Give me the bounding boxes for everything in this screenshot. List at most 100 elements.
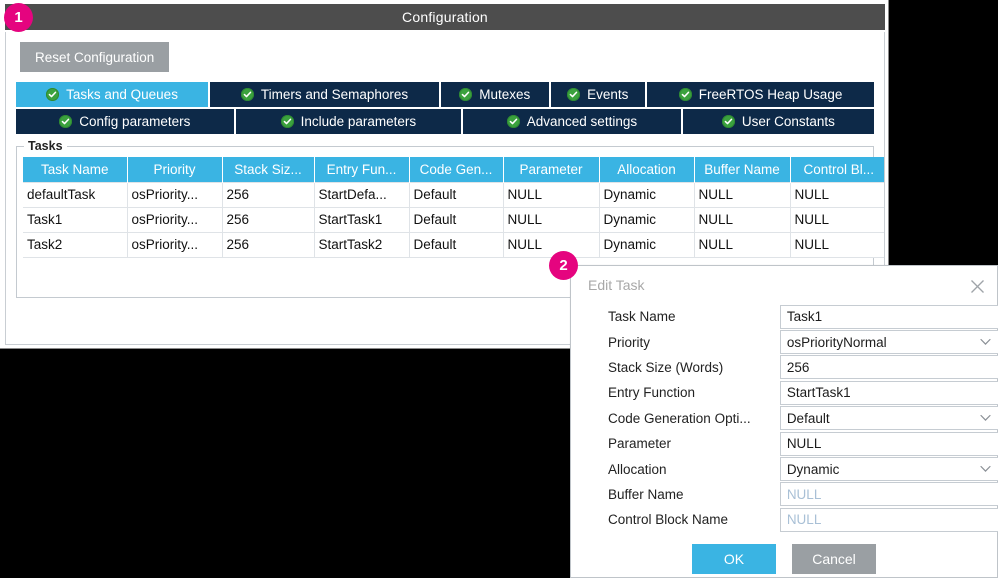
table-cell[interactable]: NULL — [694, 181, 791, 208]
table-cell[interactable]: osPriority... — [127, 232, 223, 258]
input-control-block-name[interactable]: NULL — [779, 507, 998, 532]
field-value: Task1 — [786, 309, 823, 325]
table-cell[interactable]: StartTask1 — [314, 207, 410, 233]
field-label-priority: Priority — [608, 334, 651, 350]
table-cell[interactable]: 256 — [222, 232, 315, 258]
tasks-table[interactable]: Task Name Priority Stack Siz... Entry Fun..… — [23, 157, 884, 258]
check-circle-icon — [567, 88, 581, 101]
check-circle-icon — [721, 115, 735, 128]
reset-configuration-button[interactable]: Reset Configuration — [20, 42, 170, 72]
tasks-table-body[interactable]: defaultTask osPriority... 256 StartDefa... D… — [23, 181, 884, 258]
edit-task-dialog: Edit Task Task Name Task1 Priority osPriori… — [570, 265, 998, 578]
form-row-code-generation-opti: Code Generation Opti... Default — [571, 406, 998, 431]
select-priority[interactable]: osPriorityNormal — [779, 330, 998, 355]
input-buffer-name[interactable]: NULL — [779, 482, 998, 507]
table-cell[interactable]: NULL — [503, 181, 600, 208]
dialog-title: Edit Task — [588, 277, 645, 293]
tasks-group-title: Tasks — [24, 139, 67, 153]
form-row-entry-function: Entry Function StartTask1 — [571, 380, 998, 405]
input-parameter[interactable]: NULL — [779, 431, 998, 456]
tab-row-secondary: Config parameters Include parameters Advan… — [16, 109, 874, 134]
table-cell[interactable]: NULL — [790, 207, 884, 233]
check-circle-icon — [240, 88, 254, 101]
tasks-column-header[interactable]: Code Gen... — [409, 157, 504, 182]
window-title: Configuration — [402, 9, 488, 25]
tab-label: Events — [587, 87, 629, 102]
tasks-column-header[interactable]: Priority — [127, 157, 223, 182]
check-circle-icon — [678, 88, 692, 101]
table-cell[interactable]: NULL — [503, 207, 600, 233]
field-value: NULL — [786, 512, 822, 528]
chevron-down-icon[interactable] — [980, 415, 991, 422]
form-row-parameter: Parameter NULL — [571, 431, 998, 456]
cancel-button[interactable]: Cancel — [792, 544, 876, 574]
table-cell[interactable]: NULL — [694, 232, 791, 258]
table-cell[interactable]: Dynamic — [599, 207, 695, 233]
table-cell[interactable]: Task2 — [23, 232, 128, 258]
table-cell[interactable]: Task1 — [23, 207, 128, 233]
table-row[interactable]: Task2 osPriority... 256 StartTask2 Default NU… — [23, 232, 884, 258]
ok-button[interactable]: OK — [692, 544, 776, 574]
field-label-buffer-name: Buffer Name — [608, 486, 684, 502]
tab-freertos-heap-usage[interactable]: FreeRTOS Heap Usage — [647, 82, 874, 107]
table-cell[interactable]: NULL — [694, 207, 791, 233]
table-cell[interactable]: NULL — [503, 232, 600, 258]
form-row-control-block-name: Control Block Name NULL — [571, 507, 998, 532]
table-row[interactable]: Task1 osPriority... 256 StartTask1 Default NU… — [23, 207, 884, 233]
tab-events[interactable]: Events — [550, 82, 646, 107]
tasks-column-header[interactable]: Parameter — [503, 157, 600, 182]
tab-config-parameters[interactable]: Config parameters — [16, 109, 234, 134]
field-value: Default — [786, 410, 830, 426]
tab-label: Timers and Semaphores — [260, 87, 409, 102]
field-value: NULL — [786, 486, 822, 502]
chevron-down-icon[interactable] — [980, 338, 991, 346]
tasks-table-header-row: Task Name Priority Stack Siz... Entry Fun..… — [23, 157, 884, 182]
field-label-parameter: Parameter — [608, 436, 672, 452]
callout-badge-2: 2 — [549, 251, 578, 280]
table-cell[interactable]: 256 — [222, 181, 315, 208]
table-cell[interactable]: Dynamic — [599, 232, 695, 258]
tab-user-constants[interactable]: User Constants — [682, 109, 874, 134]
table-cell[interactable]: Dynamic — [599, 181, 695, 208]
table-row[interactable]: defaultTask osPriority... 256 StartDefa... D… — [23, 181, 884, 208]
input-stack-size-words[interactable]: 256 — [779, 355, 998, 380]
tab-include-parameters[interactable]: Include parameters — [235, 109, 462, 134]
table-cell[interactable]: osPriority... — [127, 181, 223, 208]
table-cell[interactable]: defaultTask — [23, 181, 128, 208]
field-value: NULL — [786, 436, 822, 452]
tab-bar: Tasks and Queues Timers and Semaphores Mut… — [6, 82, 884, 134]
tab-timers-and-semaphores[interactable]: Timers and Semaphores — [210, 82, 439, 107]
check-circle-icon — [506, 115, 520, 128]
tasks-column-header[interactable]: Control Bl... — [790, 157, 884, 182]
select-code-generation-opti[interactable]: Default — [779, 406, 998, 431]
tab-mutexes[interactable]: Mutexes — [440, 82, 549, 107]
field-value: Dynamic — [786, 461, 840, 477]
input-entry-function[interactable]: StartTask1 — [779, 380, 998, 405]
table-cell[interactable]: Default — [409, 181, 504, 208]
close-icon[interactable] — [966, 275, 988, 297]
table-cell[interactable]: NULL — [790, 232, 884, 258]
tasks-column-header[interactable]: Stack Siz... — [222, 157, 315, 182]
table-cell[interactable]: Default — [409, 232, 504, 258]
table-cell[interactable]: NULL — [790, 181, 884, 208]
tab-tasks-and-queues[interactable]: Tasks and Queues — [16, 82, 209, 107]
field-value: osPriorityNormal — [786, 334, 887, 350]
table-cell[interactable]: osPriority... — [127, 207, 223, 233]
table-cell[interactable]: StartDefa... — [314, 181, 410, 208]
tab-advanced-settings[interactable]: Advanced settings — [463, 109, 681, 134]
field-value: 256 — [786, 359, 810, 375]
table-cell[interactable]: StartTask2 — [314, 232, 410, 258]
tasks-column-header[interactable]: Entry Fun... — [314, 157, 410, 182]
chevron-down-icon[interactable] — [980, 465, 991, 473]
toolbar: Reset Configuration — [6, 32, 884, 72]
input-task-name[interactable]: Task1 — [779, 304, 998, 329]
select-allocation[interactable]: Dynamic — [779, 457, 998, 482]
tasks-column-header[interactable]: Task Name — [23, 157, 128, 182]
tasks-column-header[interactable]: Buffer Name — [694, 157, 791, 182]
form-row-buffer-name: Buffer Name NULL — [571, 482, 998, 507]
tab-label: Tasks and Queues — [66, 87, 178, 102]
table-cell[interactable]: Default — [409, 207, 504, 233]
screen-root: Configuration Reset Configuration Tasks … — [0, 0, 998, 578]
tasks-column-header[interactable]: Allocation — [599, 157, 695, 182]
table-cell[interactable]: 256 — [222, 207, 315, 233]
